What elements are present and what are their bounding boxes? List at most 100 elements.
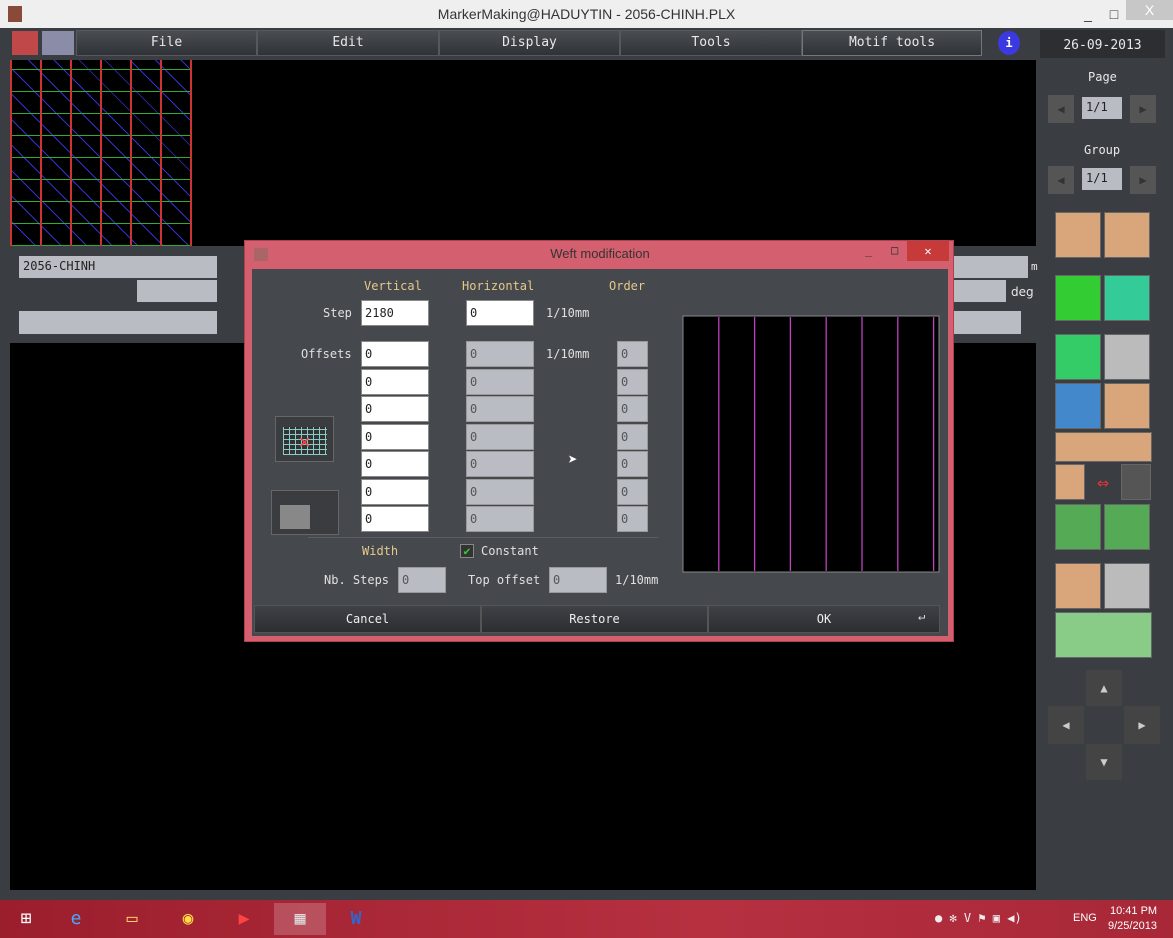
clock-time[interactable]: 10:41 PM [1110,905,1157,917]
chrome-icon[interactable]: ◉ [162,903,214,935]
language-indicator[interactable]: ENG [1073,912,1097,924]
page-next-button[interactable]: ▶ [1130,95,1156,123]
width-label: Width [362,544,399,558]
close-button[interactable]: X [1126,0,1173,20]
wizard-icon [42,31,74,55]
offset-vertical-input[interactable]: 0 [361,451,429,477]
offset-order-input[interactable]: 0 [617,396,648,422]
offset-order-input[interactable]: 0 [617,368,648,395]
group-tool-icon[interactable] [1121,464,1151,500]
offset-order-input[interactable]: 0 [617,506,648,532]
offset-horizontal-input[interactable]: 0 [466,423,534,450]
offset-vertical-input[interactable]: 0 [361,506,429,532]
weft-tool-icon[interactable] [1055,432,1152,462]
pack-down-tool-icon[interactable] [1055,275,1101,321]
offset-order-input[interactable]: 0 [617,478,648,505]
page-prev-button[interactable]: ◀ [1048,95,1074,123]
piece-weft-button[interactable] [271,490,339,535]
offset-vertical-input[interactable]: 0 [361,341,429,367]
preview-background [682,315,940,573]
offset-horizontal-input[interactable]: 0 [466,506,534,532]
menu-tools[interactable]: Tools [620,30,802,56]
step-horizontal-input[interactable]: 0 [466,300,534,326]
split-tool-icon[interactable] [1055,504,1101,550]
step-unit-label: 1/10mm [546,306,590,320]
scroll-up-button[interactable]: ▲ [1086,670,1122,706]
zoom-tool-icon[interactable] [1055,383,1101,429]
restore-button[interactable]: Restore [481,605,708,633]
offset-horizontal-input[interactable]: 0 [466,341,534,367]
merge-tool-icon[interactable] [1104,504,1150,550]
flip-tool-icon[interactable] [1055,334,1101,380]
clock-date[interactable]: 9/25/2013 [1108,920,1157,932]
offset-vertical-input[interactable]: 0 [361,368,429,395]
start-button[interactable]: ⊞ [0,903,52,935]
file-explorer-icon[interactable]: ▭ [106,903,158,935]
maximize-button[interactable]: □ [1104,0,1124,28]
swap-arrow-icon[interactable]: ⇔ [1088,464,1118,500]
top-offset-unit-label: 1/10mm [615,573,659,587]
align-tool-icon[interactable] [1104,275,1150,321]
offset-order-input[interactable]: 0 [617,341,648,367]
offset-horizontal-input[interactable]: 0 [466,396,534,422]
offset-order-input[interactable]: 0 [617,423,648,450]
offset-order-input[interactable]: 0 [617,451,648,477]
youtube-icon[interactable]: ▶ [218,903,270,935]
rotate-tool-icon[interactable] [1104,212,1150,258]
ok-button[interactable]: OK [708,605,940,633]
auto-nest-icon[interactable] [1055,563,1101,609]
offsets-unit-label: 1/10mm [546,347,590,361]
dialog-title: Weft modification [550,246,650,261]
menu-display[interactable]: Display [439,30,620,56]
offset-horizontal-input[interactable]: 0 [466,368,534,395]
scroll-down-button[interactable]: ▼ [1086,744,1122,780]
step-vertical-input[interactable]: 2180 [361,300,429,326]
scroll-left-button[interactable]: ◀ [1048,706,1084,744]
grid-cross-icon: ✕ [282,427,327,455]
info-icon[interactable]: i [998,31,1020,55]
step-label: Step [323,306,352,320]
group-label: Group [1084,143,1121,157]
internet-explorer-icon[interactable]: e [50,903,102,935]
piece-swap-icon[interactable] [1055,464,1085,500]
dialog-close-button[interactable]: ✕ [907,241,949,261]
move-up-tool-icon[interactable] [1055,212,1101,258]
scroll-right-button[interactable]: ▶ [1124,706,1160,744]
cancel-button[interactable]: Cancel [254,605,481,633]
offsets-label: Offsets [301,347,352,361]
date-display: 26-09-2013 [1040,30,1165,58]
minimize-button[interactable]: _ [1078,0,1098,28]
menu-edit[interactable]: Edit [257,30,439,56]
word-icon[interactable]: W [330,903,382,935]
offset-vertical-input[interactable]: 0 [361,478,429,505]
group-next-button[interactable]: ▶ [1130,166,1156,194]
constant-label: Constant [481,544,539,558]
markermaking-taskbar-icon[interactable]: ▦ [274,903,326,935]
menu-file[interactable]: File [76,30,257,56]
piece-tool-icon[interactable] [1104,383,1150,429]
offset-horizontal-input[interactable]: 0 [466,451,534,477]
logo-icon [12,31,38,55]
tray-icons[interactable]: ● ✻ V ⚑ ▣ ◀) [935,911,1022,925]
settings-gear-icon[interactable] [1104,563,1150,609]
grid-cancel-button[interactable]: ✕ [275,416,334,462]
title-bar: MarkerMaking@HADUYTIN - 2056-CHINH.PLX _… [0,0,1173,28]
piece-icon [280,505,310,529]
offset-horizontal-input[interactable]: 0 [466,478,534,505]
offset-vertical-input[interactable]: 0 [361,396,429,422]
match-tool-icon[interactable] [1055,612,1152,658]
cut-tool-icon[interactable] [1104,334,1150,380]
nb-steps-input[interactable]: 0 [398,567,446,593]
top-offset-input[interactable]: 0 [549,567,607,593]
marker-name-field[interactable]: 2056-CHINH [19,256,217,278]
offset-vertical-input[interactable]: 0 [361,423,429,450]
page-label: Page [1088,70,1117,84]
dialog-minimize-button[interactable]: _ [865,243,872,257]
taskbar: ⊞ e ▭ ◉ ▶ ▦ W ● ✻ V ⚑ ▣ ◀) ENG 10:41 PM … [0,900,1173,938]
marker-overview[interactable] [10,60,192,246]
info-field-4 [954,256,1028,278]
dialog-maximize-button[interactable]: □ [891,243,898,257]
constant-checkbox[interactable]: ✔ [460,544,474,558]
group-prev-button[interactable]: ◀ [1048,166,1074,194]
menu-motif-tools[interactable]: Motif tools [802,30,982,56]
